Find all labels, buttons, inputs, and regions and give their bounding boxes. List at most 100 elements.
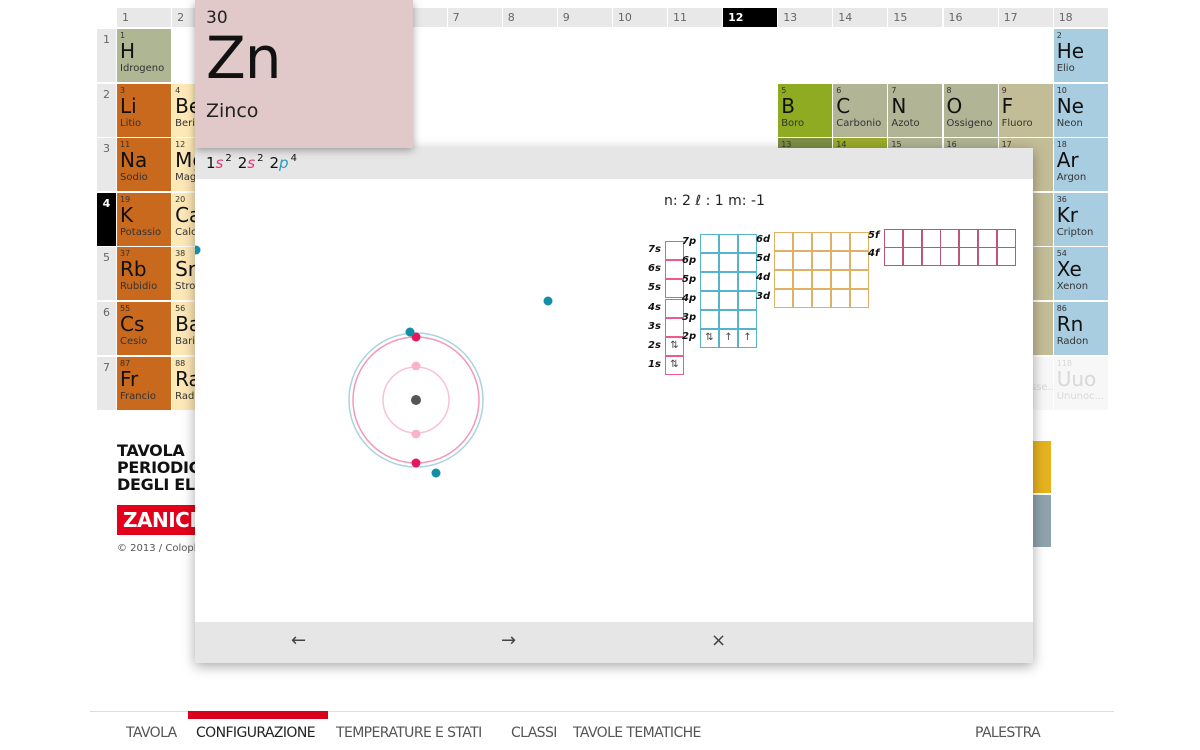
orbital-box <box>959 247 979 266</box>
element-name: Azoto <box>891 117 920 129</box>
orbital-box <box>719 253 738 272</box>
element-symbol: Xe <box>1056 257 1082 282</box>
element-cell[interactable]: 11 Na Sodio <box>117 138 171 192</box>
orbital-box <box>719 272 738 291</box>
group-header-18[interactable]: 18 <box>1053 8 1108 27</box>
element-symbol: Cs <box>120 312 145 336</box>
nav-tab-classi[interactable]: CLASSI <box>511 725 557 741</box>
period-header-2[interactable]: 2 <box>97 83 116 137</box>
orbital-box <box>793 289 812 308</box>
period-header-1[interactable]: 1 <box>97 29 116 82</box>
p-electron <box>431 468 441 478</box>
element-cell[interactable]: 55 Cs Cesio <box>117 302 171 355</box>
orbital-label: 4p <box>682 293 697 304</box>
period-header-5[interactable]: 5 <box>97 247 116 301</box>
element-cell[interactable]: 1 H Idrogeno <box>117 29 171 82</box>
element-symbol: Li <box>120 93 137 118</box>
orbital-box <box>793 270 812 289</box>
element-cell[interactable]: 118 Uuo Ununoc... <box>1053 356 1108 410</box>
nav-tab-configurazione[interactable]: CONFIGURAZIONE <box>196 725 316 741</box>
orbital-box <box>812 251 831 270</box>
orbital-box <box>719 234 738 253</box>
nav-tab-palestra[interactable]: PALESTRA <box>975 725 1041 741</box>
next-arrow-icon[interactable]: → <box>501 630 516 651</box>
element-cell[interactable]: 9 F Fluoro <box>998 83 1053 137</box>
element-cell[interactable]: 37 Rb Rubidio <box>117 247 171 301</box>
element-symbol: Ne <box>1056 93 1084 118</box>
group-header-11[interactable]: 11 <box>668 8 722 27</box>
orbital-label: 7p <box>682 236 697 247</box>
period-header-6[interactable]: 6 <box>97 302 116 355</box>
orbital-box <box>959 229 979 248</box>
element-cell[interactable]: 18 Ar Argon <box>1053 138 1108 192</box>
orbital-box <box>902 229 922 248</box>
group-header-17[interactable]: 17 <box>998 8 1053 27</box>
element-name: Carbonio <box>836 117 882 129</box>
element-symbol: B <box>781 93 795 118</box>
element-name: Francio <box>120 390 156 402</box>
nav-tab-tavola[interactable]: TAVOLA <box>126 725 177 741</box>
orbital-label: 3p <box>682 312 697 323</box>
close-icon[interactable]: × <box>711 630 726 651</box>
group-header-14[interactable]: 14 <box>833 8 888 27</box>
element-cell[interactable]: 87 Fr Francio <box>117 356 171 410</box>
element-cell[interactable]: 54 Xe Xenon <box>1053 247 1108 301</box>
orbital-box <box>940 229 960 248</box>
element-name: Elio <box>1056 63 1075 74</box>
element-cell[interactable]: 7 N Azoto <box>888 83 943 137</box>
element-symbol: Ar <box>1056 148 1079 173</box>
orbital-box <box>850 289 869 308</box>
element-symbol: K <box>120 202 134 227</box>
orbital-box <box>700 253 719 272</box>
previous-arrow-icon[interactable]: ← <box>291 630 306 651</box>
element-cell[interactable]: 3 Li Litio <box>117 83 171 137</box>
orbital-box <box>921 247 941 266</box>
group-header-8[interactable]: 8 <box>502 8 557 27</box>
orbital-label: 5d <box>756 253 771 264</box>
orbital-box <box>940 247 960 266</box>
group-header-12[interactable]: 12 <box>723 8 778 27</box>
orbital-box <box>738 310 757 329</box>
electron-count: 2 <box>257 153 264 164</box>
orbital-box <box>996 247 1016 266</box>
config-term: 2s 2 <box>238 153 264 172</box>
orbital-box <box>738 272 757 291</box>
electron-configuration: 1s 2 2s 2 2p 4 <box>195 148 1033 179</box>
element-cell[interactable]: 19 K Potassio <box>117 192 171 246</box>
element-cell[interactable]: 8 O Ossigeno <box>943 83 998 137</box>
p-electron <box>195 245 201 255</box>
period-header-4[interactable]: 4 <box>97 192 116 246</box>
subshell-letter: s <box>247 154 256 172</box>
orbital-box <box>700 234 719 253</box>
element-cell[interactable]: 36 Kr Cripton <box>1053 192 1108 246</box>
element-cell[interactable]: 10 Ne Neon <box>1053 83 1108 137</box>
nav-tab-temperature[interactable]: TEMPERATURE E STATI <box>336 725 482 741</box>
group-header-15[interactable]: 15 <box>888 8 943 27</box>
electron <box>411 429 421 439</box>
element-cell[interactable]: 2 He Elio <box>1053 29 1108 82</box>
dialog-footer: ← → × <box>195 622 1033 663</box>
orbital-box <box>812 270 831 289</box>
p-electron <box>543 296 553 306</box>
group-header-10[interactable]: 10 <box>612 8 667 27</box>
group-header-16[interactable]: 16 <box>943 8 998 27</box>
orbital-box: ⇅ <box>700 329 719 348</box>
orbital-box <box>978 247 997 266</box>
group-header-13[interactable]: 13 <box>778 8 833 27</box>
group-header-9[interactable]: 9 <box>557 8 612 27</box>
element-cell[interactable]: 86 Rn Radon <box>1053 302 1108 355</box>
legend-swatch-yellow[interactable] <box>1033 441 1051 493</box>
period-header-7[interactable]: 7 <box>97 356 116 410</box>
group-header-7[interactable]: 7 <box>447 8 502 27</box>
element-cell[interactable]: 5 B Boro <box>778 83 833 137</box>
orbital-box <box>774 251 793 270</box>
orbital-box <box>831 270 850 289</box>
period-header-3[interactable]: 3 <box>97 138 116 192</box>
group-header-1[interactable]: 1 <box>117 8 171 27</box>
orbital-box <box>812 232 831 251</box>
element-cell[interactable]: 6 C Carbonio <box>833 83 888 137</box>
nav-tab-tavole-tematiche[interactable]: TAVOLE TEMATICHE <box>573 725 701 741</box>
orbital-box <box>812 289 831 308</box>
orbital-box <box>793 251 812 270</box>
legend-swatch-gray[interactable] <box>1033 495 1051 547</box>
